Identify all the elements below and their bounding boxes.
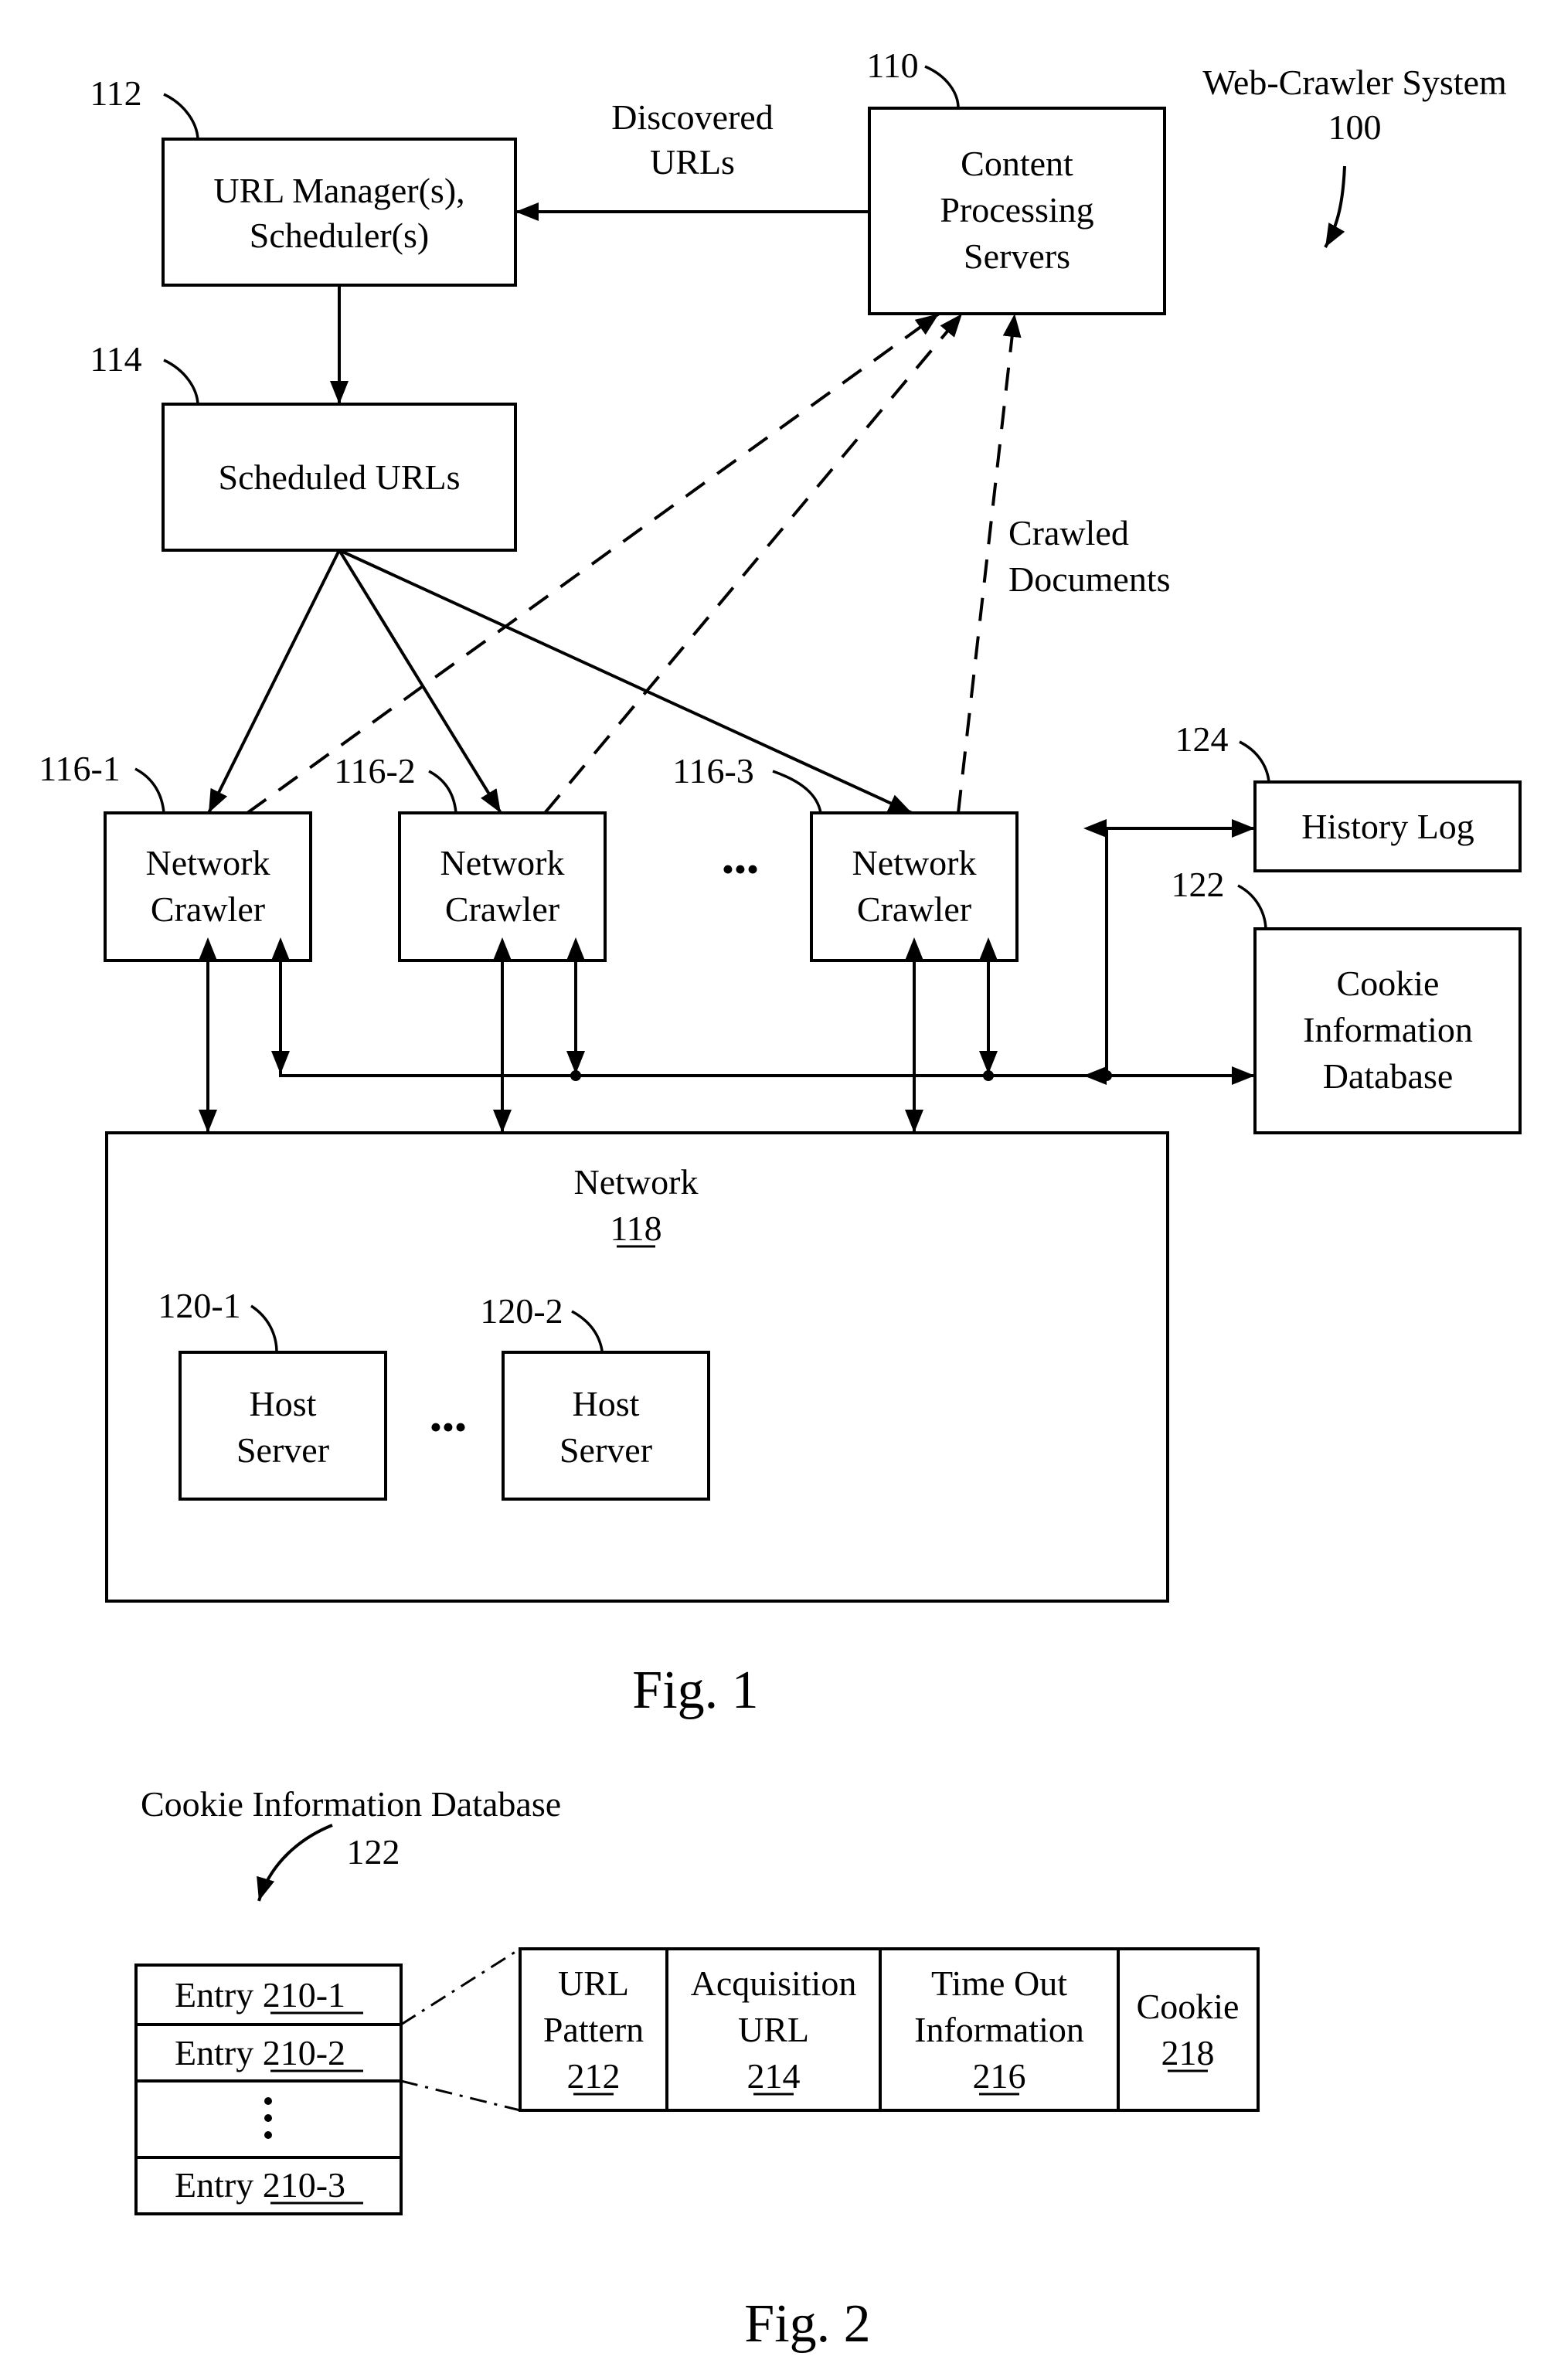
url-manager-line-2: Scheduler(s) [250,216,429,255]
bus-junction-2 [983,1070,994,1081]
host-2-box [502,1351,710,1501]
history-log-ref: 124 [1175,719,1229,759]
bus-junction-1 [570,1070,581,1081]
cookie-db-line-1: Cookie [1337,964,1440,1003]
scheduled-urls-label: Scheduled URLs [218,457,460,497]
field-acquisition-url-line-2: URL [738,2010,809,2049]
field-time-out-line-2: Information [914,2010,1084,2049]
entry-row-1: Entry 210-1 [175,1975,345,2014]
crawler-3-leader-line [772,770,822,814]
fig1: Web-Crawler System 100 112 URL Manager(s… [39,46,1522,1720]
entry-3-label: Entry 210-3 [175,2165,345,2205]
cookie-db-line-3: Database [1323,1056,1454,1096]
crawled-documents-label-1: Crawled [1008,513,1129,552]
content-processing-leader-line [924,65,960,109]
fig2: Cookie Information Database 122 Entry 21… [134,1784,1260,2354]
field-time-out-line-1: Time Out [931,1964,1067,2003]
crawler-ellipsis: ••• [722,849,759,889]
patent-figures: Web-Crawler System 100 112 URL Manager(s… [39,46,1522,2354]
crawler-3-box [810,811,1019,962]
field-url-pattern-line-2: Pattern [543,2010,644,2049]
system-title: Web-Crawler System [1202,63,1507,102]
crawler-1-line-1: Network [146,843,270,882]
cookie-db-line-2: Information [1303,1010,1473,1049]
crawler-2-box [398,811,607,962]
fig2-ref: 122 [347,1832,400,1872]
crawler-3-line-2: Crawler [857,889,971,929]
content-processing-line-2: Processing [940,190,1093,230]
field-cookie-line-1: Cookie [1137,1987,1240,2026]
entry-row-ellipsis [264,2097,272,2139]
field-time-out-ref: 216 [973,2056,1026,2096]
discovered-urls-label-2: URLs [650,142,735,182]
entry-2-label: Entry 210-2 [175,2033,345,2072]
content-processing-line-3: Servers [964,236,1070,276]
discovered-urls-label-1: Discovered [611,97,773,137]
scheduled-urls-leader-line [163,359,199,405]
fig2-pointer-arrow [257,1824,333,1902]
field-url-pattern-ref: 212 [567,2056,621,2096]
history-log-label: History Log [1301,807,1474,846]
vertical-ellipsis-dot-1 [264,2097,272,2105]
dashed-arrow-crawler-2-to-content [543,312,964,814]
field-url-pattern-line-1: URL [558,1964,629,2003]
entry-row-2: Entry 210-2 [175,2033,345,2072]
content-processing-ref: 110 [866,46,918,85]
url-manager-box [162,138,517,287]
crawler-1-line-2: Crawler [151,889,265,929]
crawler-2-line-1: Network [440,843,565,882]
scheduled-urls-ref: 114 [90,339,141,379]
host-1-line-1: Host [250,1384,317,1423]
field-acquisition-url-ref: 214 [747,2056,801,2096]
arrow-scheduled-to-crawler-1 [207,549,341,814]
host-1-line-2: Server [236,1430,329,1470]
crawler-2-ref: 116-2 [334,751,416,790]
expand-line-bottom [400,2079,521,2112]
network-ref: 118 [610,1209,661,1248]
url-manager-ref: 112 [90,73,141,113]
host-1-box [179,1351,387,1501]
entry-1-ref: 210-1 [263,1975,345,2014]
cookie-db-leader-line [1237,884,1267,930]
expand-line-top [400,1947,521,2026]
fig2-caption: Fig. 2 [744,2294,870,2354]
host-2-ref: 120-2 [480,1291,563,1331]
fig2-title: Cookie Information Database [141,1784,561,1824]
crawler-3-line-1: Network [852,843,977,882]
host-2-line-1: Host [573,1384,640,1423]
system-pointer-arrow [1324,165,1346,248]
system-ref: 100 [1328,107,1382,147]
host-2-line-2: Server [559,1430,652,1470]
vertical-ellipsis-dot-2 [264,2114,272,2122]
cookie-db-ref: 122 [1172,865,1225,904]
crawler-2-line-2: Crawler [445,889,559,929]
crawled-documents-label-2: Documents [1008,559,1171,599]
entry-1-label: Entry 210-1 [175,1975,345,2014]
crawler-1-leader-line [134,767,165,814]
crawler-1-box [104,811,312,962]
entry-2-ref: 210-2 [263,2033,345,2072]
fig1-caption: Fig. 1 [632,1661,758,1720]
history-log-leader-line [1239,740,1270,783]
bus-line [279,1074,1107,1077]
host-ellipsis: ••• [430,1407,467,1447]
arrow-scheduled-to-crawler-3 [338,549,913,814]
dashed-arrow-crawler-3-to-content [957,313,1022,814]
content-processing-line-1: Content [961,144,1073,183]
crawler-3-ref: 116-3 [672,751,754,790]
host-1-ref: 120-1 [158,1286,240,1325]
field-cookie-ref: 218 [1161,2033,1215,2072]
dashed-arrow-crawler-1-to-content [246,312,940,814]
vertical-ellipsis-dot-3 [264,2131,272,2139]
url-manager-leader-line [163,93,199,140]
url-manager-line-1: URL Manager(s), [213,171,464,210]
field-acquisition-url-line-1: Acquisition [691,1964,857,2003]
entry-3-ref: 210-3 [263,2165,345,2205]
entry-row-3: Entry 210-3 [175,2165,345,2205]
crawler-2-leader-line [428,770,457,814]
crawler-1-ref: 116-1 [39,749,121,788]
network-label: Network [574,1162,699,1202]
